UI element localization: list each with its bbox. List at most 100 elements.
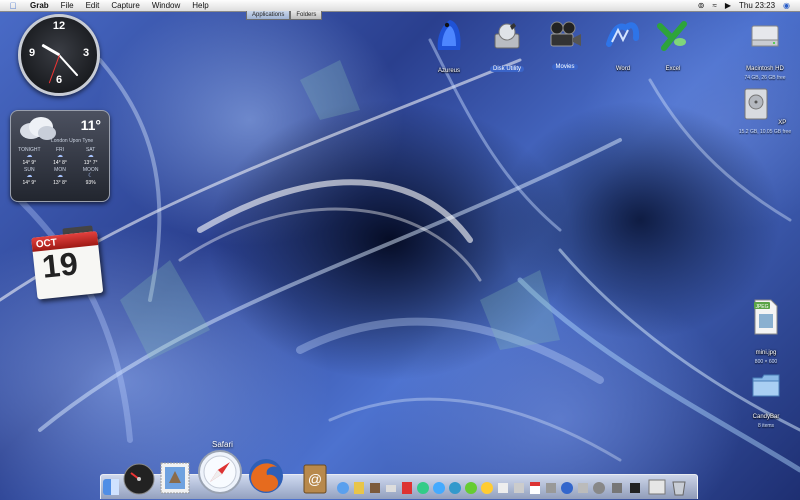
menu-window[interactable]: Window: [146, 0, 186, 11]
camera-icon: [550, 21, 581, 47]
spotlight-icon[interactable]: ◉: [779, 0, 794, 11]
leaf-icon: [465, 482, 477, 494]
desktop-icon-azureus[interactable]: Azureus: [426, 16, 472, 77]
dock-app[interactable]: [384, 480, 398, 496]
desktop-icon-disk-utility[interactable]: Disk Utility: [484, 22, 530, 75]
finder-icon: [103, 479, 119, 495]
dock-dashboard[interactable]: [122, 462, 156, 496]
rain-icon: ☁: [26, 153, 33, 159]
dock-app[interactable]: [576, 480, 590, 496]
icon-label: Macintosh HD: [746, 66, 784, 72]
azureus-frog-icon: [437, 20, 461, 50]
adium-icon: [481, 482, 493, 494]
clock-numeral: 6: [55, 74, 63, 86]
clock-widget[interactable]: 12 3 6 9: [18, 14, 100, 96]
system-preferences-icon: [546, 483, 556, 493]
dock-app[interactable]: [628, 480, 642, 496]
dock-firefox[interactable]: [246, 456, 286, 496]
bluetooth-icon[interactable]: ⊚: [694, 0, 709, 11]
dock-app[interactable]: [560, 480, 574, 496]
calendar-icon: [530, 482, 540, 494]
desktop-icon-mini-jpg[interactable]: JPEG mini.jpg 800 × 600: [738, 298, 794, 365]
ical-widget[interactable]: OCT 19: [31, 224, 110, 301]
menu-help[interactable]: Help: [186, 0, 214, 11]
dock-trash[interactable]: [670, 478, 688, 496]
rain-icon: ☁: [56, 153, 63, 159]
dock-safari[interactable]: [196, 448, 244, 496]
wifi-icon[interactable]: ≈: [708, 0, 720, 11]
dock-itunes[interactable]: [336, 480, 350, 496]
dock-app[interactable]: [448, 480, 462, 496]
dock-ical[interactable]: [528, 480, 542, 496]
forecast-day: TONIGHT ☁ 14° 9°: [14, 147, 45, 166]
icon-info: 15.2 GB, 10.05 GB free: [738, 129, 792, 135]
weather-current-temp: 11°: [80, 117, 101, 133]
dock-app[interactable]: [592, 480, 606, 496]
file-badge: JPEG: [755, 304, 768, 310]
folder-icon: [752, 374, 780, 397]
desktop-icon-xp[interactable]: XP 15.2 GB, 10.05 GB free: [734, 86, 796, 135]
disk-utility-icon: [494, 23, 520, 49]
desktop-icon-excel[interactable]: Excel: [650, 18, 696, 75]
dock-app[interactable]: [400, 480, 414, 496]
clock-numeral: 12: [52, 20, 66, 32]
network-icon: [417, 482, 429, 494]
menu-grab[interactable]: Grab: [24, 0, 55, 11]
menu-capture[interactable]: Capture: [105, 0, 145, 11]
trash-icon: [672, 481, 686, 496]
dock-items: @: [100, 440, 700, 498]
word-icon: [606, 22, 640, 47]
dock-app[interactable]: [352, 480, 366, 496]
tab-applications[interactable]: Applications: [246, 11, 291, 20]
quicktime-icon: [561, 482, 573, 494]
stamp-icon: [498, 483, 508, 493]
desktop-icon-candybar[interactable]: CandyBar 8 items: [738, 370, 794, 429]
rain-icon: ☁: [87, 153, 94, 159]
weather-widget[interactable]: 11° London Upon Tyne TONIGHT ☁ 14° 9° FRI ☁…: [10, 110, 110, 202]
clock-numeral: 3: [82, 47, 90, 59]
icon-info: 74 GB, 26 GB free: [744, 75, 786, 81]
dock-app[interactable]: [432, 480, 446, 496]
globe-icon: [449, 482, 461, 494]
dock-app[interactable]: [512, 480, 526, 496]
dock-window[interactable]: [648, 478, 666, 496]
svg-text:@: @: [308, 471, 322, 487]
finder-toolbar-tabs: Applications Folders: [246, 11, 323, 20]
tab-folders[interactable]: Folders: [290, 11, 323, 20]
desktop-icon-movies[interactable]: Movies: [544, 20, 586, 73]
volume-icon[interactable]: ▶: [721, 0, 735, 11]
moon-icon: ☾: [87, 173, 94, 179]
icon-label: Word: [615, 66, 631, 72]
printer-icon: [386, 485, 396, 492]
icon-label: Excel: [665, 66, 681, 72]
icon-label: XP: [778, 120, 787, 126]
dock-app[interactable]: [416, 480, 430, 496]
apple-icon: [593, 482, 605, 494]
icon-label: CandyBar: [752, 414, 780, 420]
menu-edit[interactable]: Edit: [80, 0, 106, 11]
menu-clock[interactable]: Thu 23:23: [735, 0, 779, 11]
clock-numeral: 9: [28, 47, 36, 59]
dock-app[interactable]: [368, 480, 382, 496]
icon-label: Azureus: [437, 68, 460, 74]
dock-address-book[interactable]: @: [300, 462, 330, 496]
dock-mail[interactable]: [158, 460, 192, 496]
forecast-day: SUN ☁ 14° 9°: [14, 167, 45, 186]
dock-app[interactable]: [480, 480, 494, 496]
weather-location: London Upon Tyne: [51, 138, 94, 144]
desktop-icon-word[interactable]: Word: [600, 18, 646, 75]
menu-file[interactable]: File: [55, 0, 80, 11]
dock-app[interactable]: [496, 480, 510, 496]
pencil-icon: [354, 482, 364, 494]
dashboard-icon: [123, 463, 155, 495]
dock-finder[interactable]: [102, 478, 120, 496]
firefox-icon: [249, 459, 283, 493]
dock-app[interactable]: [544, 480, 558, 496]
desktop-icon-macintosh-hd[interactable]: Macintosh HD 74 GB, 26 GB free: [734, 22, 796, 81]
icon-info: 800 × 600: [754, 359, 778, 365]
dock-app[interactable]: [610, 480, 624, 496]
menu-extras: ⊚ ≈ ▶ Thu 23:23 ◉: [694, 0, 794, 11]
apple-icon[interactable]: : [8, 1, 18, 11]
hard-drive-icon: [744, 88, 768, 120]
dock-app[interactable]: [464, 480, 478, 496]
